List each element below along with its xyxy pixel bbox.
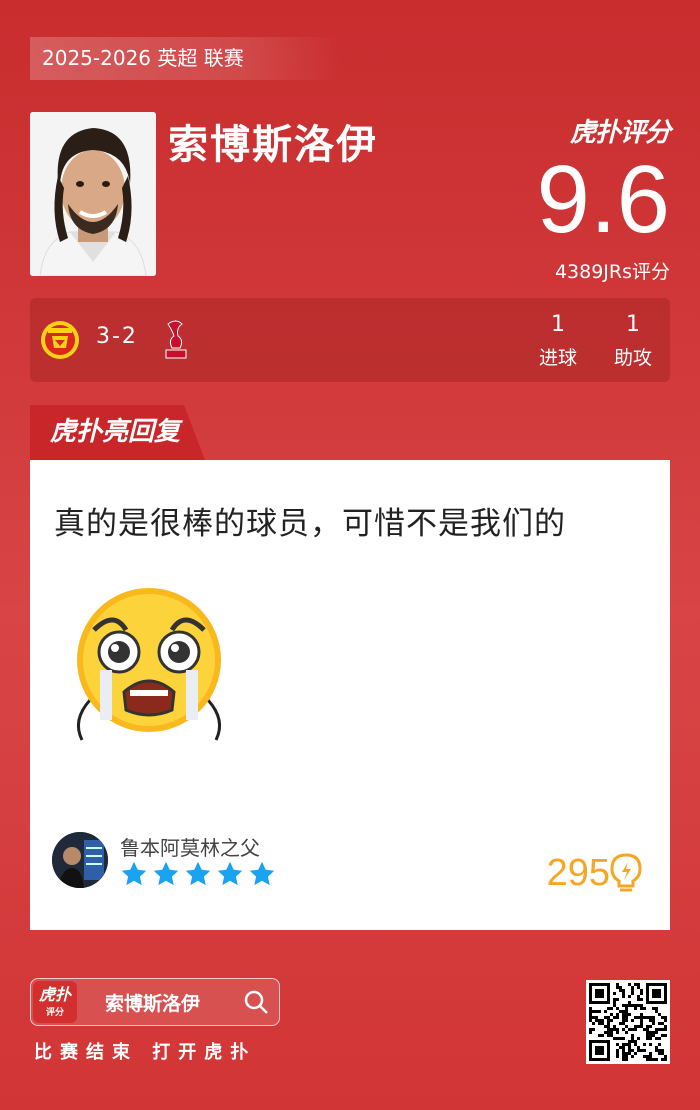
rating-stars <box>120 860 276 888</box>
player-name: 索博斯洛伊 <box>168 122 378 168</box>
like-count: 295 <box>546 852 610 894</box>
lightbulb-like-icon[interactable] <box>608 852 644 892</box>
star-icon <box>121 861 147 886</box>
liverpool-crest-icon <box>165 320 187 359</box>
stat-goals-value: 1 <box>551 312 565 337</box>
stat-goals-label: 进球 <box>538 347 577 369</box>
search-query: 索博斯洛伊 <box>105 993 201 1015</box>
match-bar: 3-2 1 进球 1 助攻 <box>30 298 670 382</box>
star-icon <box>217 861 243 886</box>
hupu-app-logo: 虎扑 评分 <box>33 981 77 1023</box>
comment-card: 真的是很棒的球员，可惜不是我们的 鲁本阿莫林之父 295 <box>30 460 670 930</box>
match-score: 3-2 <box>96 324 138 349</box>
search-box[interactable]: 虎扑 评分 索博斯洛伊 <box>30 978 280 1026</box>
crying-face-emoji-icon <box>76 588 222 750</box>
star-icon <box>153 861 179 886</box>
stat-goals: 1 进球 <box>528 312 588 370</box>
username[interactable]: 鲁本阿莫林之父 <box>120 832 260 861</box>
manchester-united-crest-icon <box>41 321 79 359</box>
highlight-reply-tab: 虎扑亮回复 <box>30 405 205 460</box>
star-icon <box>185 861 211 886</box>
qr-code <box>586 980 670 1064</box>
brand-logo: 虎扑评分 <box>569 118 671 148</box>
hupu-logo-subtext: 评分 <box>45 1008 64 1018</box>
season-label: 2025-2026 英超 联赛 <box>30 37 340 80</box>
stat-assists-label: 助攻 <box>613 347 652 369</box>
open-app-cta[interactable]: 比赛结束 打开虎扑 <box>34 1038 256 1064</box>
rating-score: 9.6 <box>536 146 670 253</box>
hupu-logo-text: 虎扑 <box>38 985 71 1004</box>
rating-count: 4389JRs评分 <box>554 261 670 283</box>
star-icon <box>249 861 275 886</box>
comment-text: 真的是很棒的球员，可惜不是我们的 <box>54 506 566 542</box>
stat-assists: 1 助攻 <box>603 312 663 370</box>
user-avatar[interactable] <box>52 832 108 888</box>
player-photo <box>30 112 156 276</box>
stat-assists-value: 1 <box>626 312 640 337</box>
search-icon[interactable] <box>243 989 269 1015</box>
